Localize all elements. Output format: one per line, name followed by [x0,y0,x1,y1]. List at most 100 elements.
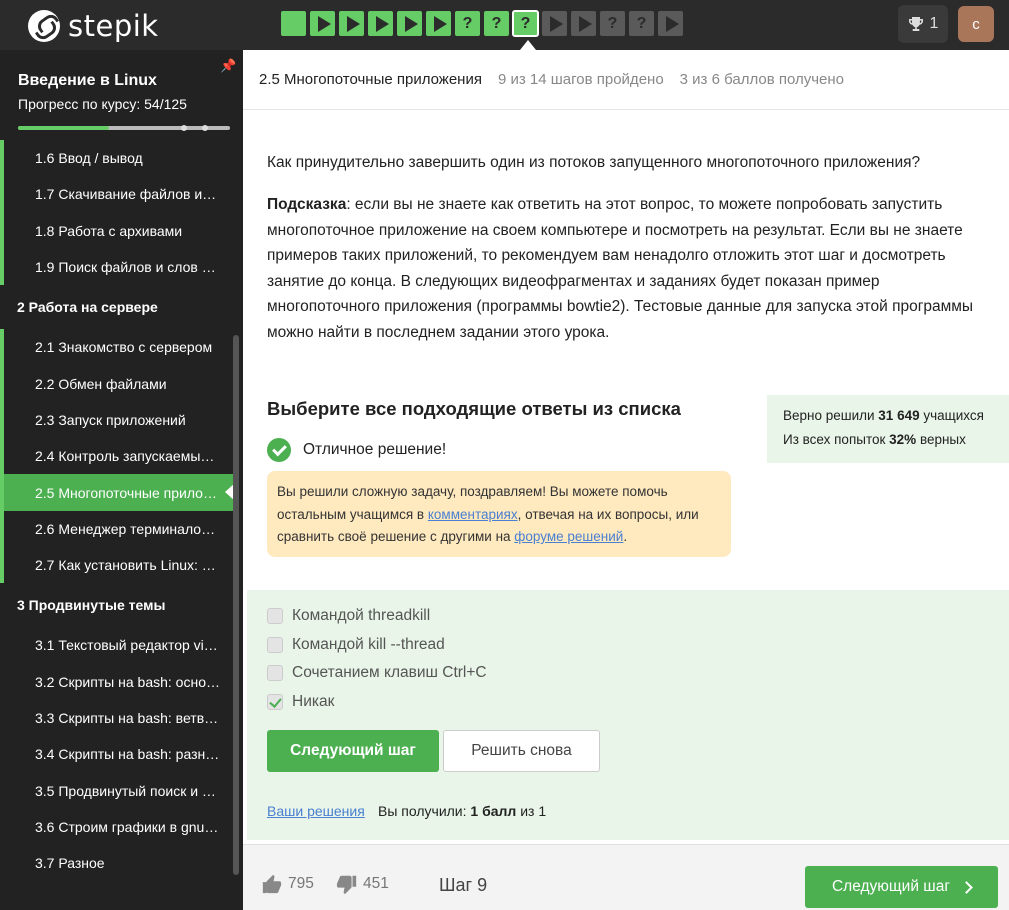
check-circle-icon [267,438,291,462]
step-6-play-tile[interactable] [426,11,451,36]
sidebar-lesson-item[interactable]: 2.2 Обмен файлами [0,365,235,402]
comments-link[interactable]: комментариях [428,507,518,522]
achievements-button[interactable]: 1 [898,5,948,43]
sidebar-lesson-item[interactable]: 3.6 Строим графики в gnu… [0,809,235,845]
sidebar-lesson-item[interactable]: 3.3 Скрипты на bash: ветв… [0,700,235,736]
current-step-caret [520,40,536,50]
attempts-percent: 32% [889,432,917,447]
step-3-play-tile[interactable] [339,11,364,36]
step-7-quiz-tile[interactable]: ? [455,11,480,36]
play-icon [665,15,679,32]
dislikes-count: 451 [363,875,389,892]
trophy-icon [908,17,923,31]
step-14-play-tile[interactable] [658,11,683,36]
answer-checkbox[interactable] [267,636,283,653]
answers-panel: Командой threadkill Командой kill --threa… [247,590,1009,840]
step-navigation: ????? [281,10,683,37]
thumbs-up-icon [262,874,282,894]
sidebar-lesson-item[interactable]: 1.7 Скачивание файлов и… [0,176,235,213]
answer-option[interactable]: Командой kill --thread [267,636,445,654]
answer-option[interactable]: Сочетанием клавиш Ctrl+C [267,664,487,682]
your-solutions-link[interactable]: Ваши решения [267,803,365,819]
sidebar-lesson-item[interactable]: 2.7 Как установить Linux: … [0,546,235,584]
question-icon: ? [636,14,647,32]
question-icon: ? [462,14,473,32]
sidebar-lesson-item[interactable]: 3.7 Разное [0,845,235,881]
step-4-play-tile[interactable] [368,11,393,36]
sidebar-lesson-label: 2.4 Контроль запускаемы… [35,448,215,465]
play-icon [375,15,389,32]
answer-option[interactable]: Никак [267,693,334,711]
answer-label: Командой kill --thread [292,635,445,653]
text-step-icon [288,18,300,30]
play-icon [433,15,447,32]
sidebar-lesson-item[interactable]: 2.1 Знакомство с сервером [0,329,235,366]
sidebar-lesson-label: 3.7 Разное [35,855,105,872]
sidebar-lesson-label: 2.3 Запуск приложений [35,411,186,428]
chevron-right-icon [960,880,973,894]
sidebar-lesson-item[interactable]: 3.2 Скрипты на bash: осно… [0,664,235,700]
success-message: Отличное решение! [267,438,446,462]
question-icon: ? [520,14,531,32]
score-text: Вы получили: 1 балл из 1 [378,803,547,819]
step-2-play-tile[interactable] [310,11,335,36]
lesson-title: 2.5 Многопоточные приложения [259,71,482,88]
solutions-forum-link[interactable]: форуме решений [514,529,623,544]
answer-checkbox[interactable] [267,608,283,624]
step-9-quiz-tile[interactable]: ? [512,10,539,37]
next-step-button[interactable]: Следующий шаг [267,730,439,772]
hint-paragraph: Подсказка: если вы не знаете как ответит… [267,192,992,345]
sidebar-lesson-item[interactable]: 3.5 Продвинутый поиск и … [0,772,235,808]
sidebar-section-header[interactable]: 2 Работа на сервере [0,285,235,329]
brand-name: stepik [68,9,159,43]
user-avatar[interactable]: с [958,6,994,42]
sidebar-lesson-label: 2.2 Обмен файлами [35,375,167,392]
step-11-play-tile[interactable] [571,11,596,36]
question-text: Как принудительно завершить один из пото… [267,154,921,171]
answer-checkbox[interactable] [267,665,283,682]
points-received: 3 из 6 баллов получено [679,71,845,88]
steps-done: 9 из 14 шагов пройдено [497,71,664,88]
step-12-quiz-tile[interactable]: ? [600,11,625,36]
bottom-next-label: Следующий шаг [831,878,951,895]
likes-count: 795 [288,875,314,892]
sidebar-lesson-item[interactable]: 1.8 Работа с архивами [0,212,235,249]
question-icon: ? [491,14,502,32]
hint-text: : если вы не знаете как ответить на этот… [267,196,974,341]
sidebar-lesson-label: 3.6 Строим графики в gnu… [35,818,219,835]
stepik-logo[interactable]: stepik [28,9,159,43]
sidebar-lesson-label: 2.6 Менеджер терминало… [35,520,216,537]
step-13-quiz-tile[interactable]: ? [629,11,654,36]
sidebar-lesson-active[interactable]: 2.5 Многопоточные прило… [0,474,235,511]
bottom-next-step-button[interactable]: Следующий шаг [805,866,998,908]
sidebar-lesson-label: 2.5 Многопоточные прило… [35,484,217,501]
sidebar-scrollbar[interactable] [233,335,239,875]
dislike-button[interactable]: 451 [336,873,389,895]
lesson-list: 1.6 Ввод / вывод 1.7 Скачивание файлов и…… [0,140,235,881]
sidebar-lesson-item[interactable]: 3.4 Скрипты на bash: разн… [0,736,235,772]
course-title[interactable]: Введение в Linux [18,72,157,90]
step-10-play-tile[interactable] [542,11,567,36]
sidebar-lesson-item[interactable]: 3.1 Текстовый редактор vi… [0,627,235,663]
retry-button[interactable]: Решить снова [443,730,600,772]
answer-checkbox[interactable] [267,694,283,711]
sidebar-lesson-item[interactable]: 2.6 Менеджер терминало… [0,510,235,547]
step-1-square-tile[interactable] [281,11,306,36]
step-5-play-tile[interactable] [397,11,422,36]
sidebar-lesson-item[interactable]: 2.4 Контроль запускаемы… [0,438,235,475]
sidebar-lesson-label: 1.7 Скачивание файлов и… [35,186,217,203]
course-progress-fill [18,126,110,130]
step-8-quiz-tile[interactable]: ? [484,11,509,36]
sidebar-lesson-label: 2.1 Знакомство с сервером [35,339,213,356]
sidebar-lesson-label: 3.1 Текстовый редактор vi… [35,637,218,654]
like-button[interactable]: 795 [261,873,314,895]
play-icon [346,15,360,32]
bottom-bar: 795 451 Шаг 9 Следующий шаг [243,844,1009,910]
sidebar-section-header[interactable]: 3 Продвинутые темы [0,583,235,627]
play-icon [578,15,592,32]
sidebar-lesson-item[interactable]: 2.3 Запуск приложений [0,401,235,439]
answer-option[interactable]: Командой threadkill [267,607,430,625]
sidebar-lesson-item[interactable]: 1.9 Поиск файлов и слов … [0,248,235,286]
sidebar-lesson-item[interactable]: 1.6 Ввод / вывод [0,140,235,177]
pin-icon[interactable]: 📌 [220,58,236,73]
